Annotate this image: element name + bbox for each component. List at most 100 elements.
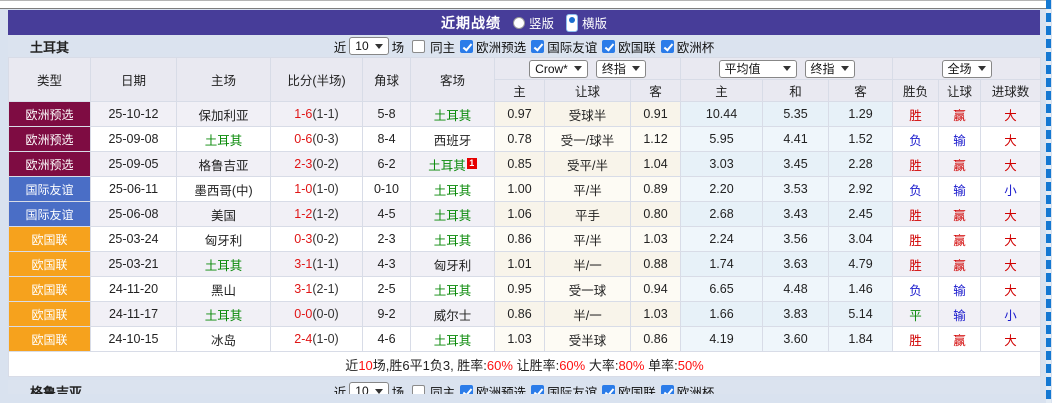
scope-select[interactable]: 全场 bbox=[942, 60, 992, 78]
cell-corner: 9-2 bbox=[363, 302, 411, 327]
cell-goals-result: 大 bbox=[981, 277, 1041, 302]
league-label-1: 国际友谊 bbox=[547, 37, 597, 56]
league-checkbox-1[interactable] bbox=[531, 40, 544, 53]
cell-avg-away-odds: 3.04 bbox=[829, 227, 893, 252]
europe-odds-time-select[interactable]: 终指 bbox=[805, 60, 855, 78]
next-league-checkbox-1[interactable] bbox=[531, 385, 544, 395]
vertical-scrollbar[interactable] bbox=[1046, 0, 1051, 403]
cell-away-team: 威尔士 bbox=[411, 302, 495, 327]
home-team-name: 黑山 bbox=[211, 284, 236, 298]
vertical-layout-option[interactable]: 竖版 bbox=[513, 13, 554, 32]
horizontal-radio-icon[interactable] bbox=[566, 14, 578, 32]
vertical-radio-icon[interactable] bbox=[513, 17, 525, 29]
cell-score: 1-6(1-1) bbox=[271, 102, 363, 127]
cell-home-team: 土耳其 bbox=[177, 127, 271, 152]
bookmaker-select[interactable]: Crow* bbox=[529, 60, 588, 78]
cell-handicap-away-odds: 1.03 bbox=[631, 302, 681, 327]
next-league-checkbox-3[interactable] bbox=[661, 385, 674, 395]
next-section-bar: 格鲁吉亚 近 10 场 同主 欧洲预选 国际友谊 欧国联 欧洲杯 bbox=[8, 380, 1040, 394]
league-checkbox-2[interactable] bbox=[602, 40, 615, 53]
cell-date: 25-09-05 bbox=[91, 152, 177, 177]
fulltime-score: 2-3 bbox=[294, 157, 312, 171]
chevron-down-icon bbox=[632, 66, 640, 71]
cell-goals-result: 大 bbox=[981, 327, 1041, 352]
cell-corner: 4-3 bbox=[363, 252, 411, 277]
next-league-checkbox-2[interactable] bbox=[602, 385, 615, 395]
match-count-select[interactable]: 10 bbox=[349, 37, 388, 55]
table-row: 欧洲预选 25-10-12 保加利亚 1-6(1-1) 5-8 土耳其 0.97… bbox=[9, 102, 1041, 127]
col-header-date: 日期 bbox=[91, 58, 177, 102]
cell-league-type: 欧国联 bbox=[9, 227, 91, 252]
next-league-label-2: 欧国联 bbox=[618, 382, 656, 395]
cell-handicap-result: 赢 bbox=[939, 227, 981, 252]
cell-goals-result: 大 bbox=[981, 102, 1041, 127]
cell-handicap-away-odds: 0.88 bbox=[631, 252, 681, 277]
cell-goals-result: 小 bbox=[981, 302, 1041, 327]
cell-home-team: 保加利亚 bbox=[177, 102, 271, 127]
cell-result: 负 bbox=[893, 177, 939, 202]
halftime-score: (0-2) bbox=[312, 232, 338, 246]
red-card-badge: 1 bbox=[467, 158, 477, 169]
col-header-avg-away: 客 bbox=[829, 80, 893, 102]
team-name: 土耳其 bbox=[30, 37, 69, 56]
near-label: 近 bbox=[334, 37, 347, 56]
cell-home-team: 美国 bbox=[177, 202, 271, 227]
cell-home-team: 冰岛 bbox=[177, 327, 271, 352]
next-same-home-checkbox[interactable] bbox=[412, 385, 425, 395]
cell-avg-draw-odds: 4.48 bbox=[763, 277, 829, 302]
table-row: 欧洲预选 25-09-08 土耳其 0-6(0-3) 8-4 西班牙 0.78 … bbox=[9, 127, 1041, 152]
next-league-label-1: 国际友谊 bbox=[547, 382, 597, 395]
next-match-count-value: 10 bbox=[355, 384, 368, 394]
cell-away-team: 匈牙利 bbox=[411, 252, 495, 277]
cell-date: 24-11-20 bbox=[91, 277, 177, 302]
summary-stat-label: 近 bbox=[345, 358, 358, 373]
col-header-home: 主场 bbox=[177, 58, 271, 102]
next-league-label-3: 欧洲杯 bbox=[677, 382, 715, 395]
cell-date: 25-10-12 bbox=[91, 102, 177, 127]
table-row: 欧国联 24-11-20 黑山 3-1(2-1) 2-5 土耳其 0.95 受一… bbox=[9, 277, 1041, 302]
col-header-avg-draw: 和 bbox=[763, 80, 829, 102]
cell-result: 负 bbox=[893, 277, 939, 302]
league-checkbox-3[interactable] bbox=[661, 40, 674, 53]
fulltime-score: 0-6 bbox=[294, 132, 312, 146]
halftime-score: (1-1) bbox=[312, 257, 338, 271]
cell-league-type: 欧洲预选 bbox=[9, 127, 91, 152]
games-label: 场 bbox=[392, 37, 405, 56]
col-header-corner: 角球 bbox=[363, 58, 411, 102]
cell-result: 胜 bbox=[893, 227, 939, 252]
cell-score: 0-0(0-0) bbox=[271, 302, 363, 327]
cell-handicap-home-odds: 0.85 bbox=[495, 152, 545, 177]
cell-date: 24-11-17 bbox=[91, 302, 177, 327]
league-checkbox-0[interactable] bbox=[460, 40, 473, 53]
cell-league-type: 国际友谊 bbox=[9, 177, 91, 202]
col-header-handicap-result: 让球 bbox=[939, 80, 981, 102]
cell-handicap-result: 输 bbox=[939, 127, 981, 152]
cell-score: 0-3(0-2) bbox=[271, 227, 363, 252]
cell-avg-home-odds: 1.74 bbox=[681, 252, 763, 277]
next-near-label: 近 bbox=[334, 382, 347, 395]
handicap-odds-time-select[interactable]: 终指 bbox=[596, 60, 646, 78]
results-table: 类型 日期 主场 比分(半场) 角球 客场 Crow* 终指 平均值 终指 bbox=[8, 57, 1041, 377]
cell-avg-draw-odds: 4.41 bbox=[763, 127, 829, 152]
section-title: 近期战绩 bbox=[441, 13, 501, 33]
halftime-score: (0-0) bbox=[312, 307, 338, 321]
col-header-type: 类型 bbox=[9, 58, 91, 102]
home-team-name: 土耳其 bbox=[205, 309, 243, 323]
same-home-checkbox[interactable] bbox=[412, 40, 425, 53]
average-odds-select[interactable]: 平均值 bbox=[719, 60, 797, 78]
cell-away-team: 土耳其 bbox=[411, 202, 495, 227]
cell-avg-away-odds: 5.14 bbox=[829, 302, 893, 327]
col-header-crow-line: 让球 bbox=[545, 80, 631, 102]
halftime-score: (1-2) bbox=[312, 207, 338, 221]
cell-score: 2-3(0-2) bbox=[271, 152, 363, 177]
horizontal-layout-option[interactable]: 横版 bbox=[566, 13, 607, 32]
cell-handicap-line: 平手 bbox=[545, 202, 631, 227]
cell-avg-home-odds: 10.44 bbox=[681, 102, 763, 127]
next-league-checkbox-0[interactable] bbox=[460, 385, 473, 395]
chevron-down-icon bbox=[841, 66, 849, 71]
next-league-label-0: 欧洲预选 bbox=[476, 382, 526, 395]
cell-corner: 5-8 bbox=[363, 102, 411, 127]
next-match-count-select[interactable]: 10 bbox=[349, 382, 388, 394]
home-team-name: 冰岛 bbox=[211, 334, 236, 348]
table-row: 欧国联 24-10-15 冰岛 2-4(1-0) 4-6 土耳其 1.03 受半… bbox=[9, 327, 1041, 352]
